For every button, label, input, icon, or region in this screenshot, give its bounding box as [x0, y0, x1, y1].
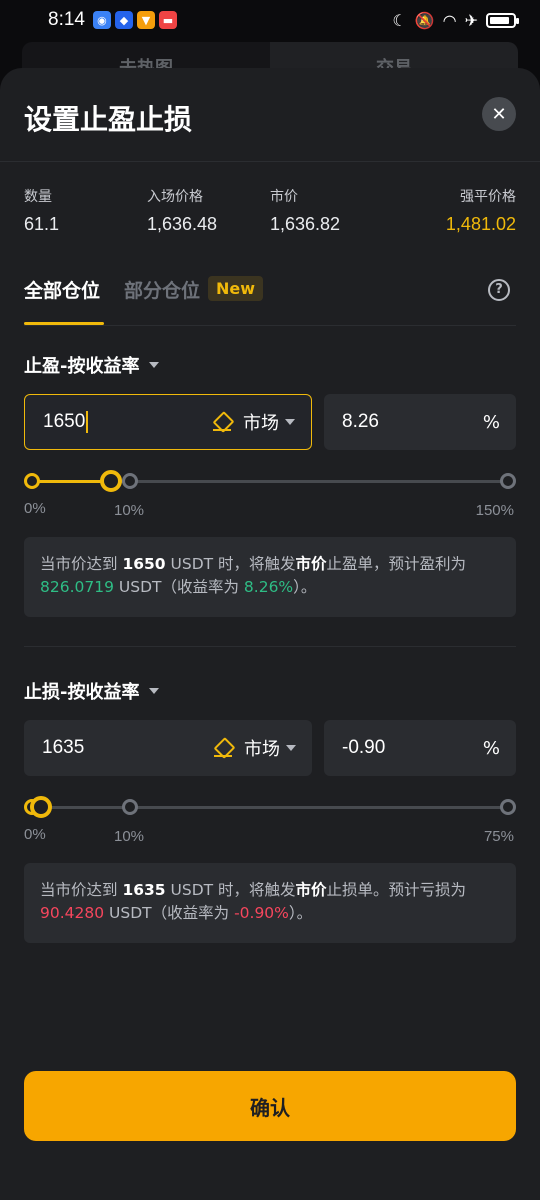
note-text: 止盈单，预计盈利为	[326, 555, 467, 573]
note-text: 止损单。预计亏损为	[326, 881, 467, 899]
note-profit-amount: 826.0719	[40, 578, 114, 596]
note-rate: -0.90%	[234, 904, 289, 922]
stat-label: 市价	[270, 189, 298, 205]
slider-tick-label: 0%	[24, 826, 46, 843]
stat-entry-price: 入场价格 1,636.48	[147, 186, 270, 235]
take-profit-price-input[interactable]: 1650 市场	[24, 394, 312, 450]
take-profit-label: 止盈-按收益率	[24, 356, 140, 377]
status-icons: ☾ 🔕 ◠ ✈	[392, 10, 519, 30]
mute-icon: 🔕	[414, 10, 435, 30]
new-badge: New	[208, 276, 264, 301]
stat-liquidation-price: 强平价格 1,481.02	[393, 186, 516, 235]
close-icon: ✕	[491, 103, 507, 125]
slider-thumb[interactable]	[100, 470, 122, 492]
stat-value: 1,481.02	[445, 214, 516, 234]
app-notification-icon: ◆	[114, 11, 133, 29]
take-profit-note: 当市价达到 1650 USDT 时，将触发市价止盈单，预计盈利为 826.0719…	[24, 537, 516, 617]
stop-loss-price-input[interactable]: 1635 市场	[24, 720, 312, 776]
eraser-icon[interactable]	[213, 413, 231, 431]
help-icon[interactable]: ?	[488, 279, 510, 301]
wifi-icon: ◠	[442, 10, 457, 30]
chevron-down-icon	[286, 745, 296, 751]
note-order-type: 市价	[295, 881, 327, 899]
note-text: 当市价达到	[40, 555, 123, 573]
take-profit-mode-selector[interactable]: 止盈-按收益率	[24, 352, 160, 378]
stop-loss-percent-value: -0.90	[342, 737, 386, 758]
eraser-icon[interactable]	[214, 739, 232, 757]
section-divider	[24, 646, 516, 647]
stat-label: 强平价格	[460, 189, 516, 205]
slider-tick-label: 150%	[475, 502, 514, 519]
airplane-icon: ✈	[464, 10, 478, 30]
slider-tick-label: 10%	[114, 502, 145, 519]
note-text: ）。	[288, 904, 313, 922]
status-bar: 8:14 ◉ ◆ ▼ ▬ ☾ 🔕 ◠ ✈	[0, 0, 540, 40]
note-text: USDT（收益率为	[104, 904, 235, 922]
slider-stop[interactable]	[500, 473, 516, 489]
chevron-down-icon	[149, 688, 160, 694]
note-order-type: 市价	[295, 555, 327, 573]
app-notification-icon: ▬	[158, 11, 177, 29]
text-cursor	[86, 411, 89, 433]
slider-stop[interactable]	[122, 473, 138, 489]
note-text: ）。	[293, 578, 317, 596]
note-text: USDT（收益率为	[113, 578, 244, 596]
slider-tick-label: 75%	[483, 828, 514, 845]
status-time: 8:14	[48, 9, 85, 30]
stop-loss-note: 当市价达到 1635 USDT 时，将触发市价止损单。预计亏损为 90.4280 …	[24, 863, 516, 943]
slider-thumb[interactable]	[30, 796, 52, 818]
stop-loss-label: 止损-按收益率	[24, 682, 140, 703]
close-button[interactable]: ✕	[482, 97, 516, 131]
note-text: USDT 时，将触发	[165, 881, 296, 899]
tabs-divider	[24, 325, 516, 326]
confirm-button[interactable]: 确认	[24, 1071, 516, 1141]
header-divider	[0, 161, 540, 162]
stat-label: 入场价格	[147, 189, 203, 205]
stop-loss-price-value: 1635	[42, 737, 85, 758]
note-text: USDT 时，将触发	[165, 555, 296, 573]
stat-label: 数量	[24, 189, 52, 205]
tab-all-positions[interactable]: 全部仓位	[24, 276, 105, 325]
note-loss-amount: 90.4280	[40, 904, 105, 922]
slider-tick-label: 10%	[114, 828, 145, 845]
stop-loss-mode-selector[interactable]: 止损-按收益率	[24, 678, 160, 704]
stop-loss-percent-input[interactable]: -0.90 %	[324, 720, 516, 776]
stat-quantity: 数量 61.1	[24, 186, 147, 235]
slider-stop[interactable]	[500, 799, 516, 815]
percent-sign: %	[482, 737, 500, 759]
take-profit-slider[interactable]	[24, 469, 516, 493]
slider-tick-label: 0%	[24, 500, 46, 517]
note-price: 1650	[122, 555, 166, 573]
chevron-down-icon	[149, 362, 160, 368]
slider-stop[interactable]	[122, 799, 138, 815]
tab-partial-positions[interactable]: 部分仓位	[124, 276, 200, 317]
slider-stop[interactable]	[24, 473, 40, 489]
stat-value: 61.1	[24, 214, 60, 234]
position-tabs: 全部仓位 部分仓位 New ?	[24, 276, 516, 326]
app-notification-icon: ▼	[136, 11, 155, 29]
take-profit-percent-input[interactable]: 8.26 %	[324, 394, 516, 450]
take-profit-price-value: 1650	[43, 411, 86, 432]
percent-sign: %	[482, 411, 500, 433]
chevron-down-icon	[285, 419, 295, 425]
note-text: 当市价达到	[40, 881, 123, 899]
stat-value: 1,636.82	[270, 214, 341, 234]
sheet-title: 设置止盈止损	[24, 103, 193, 136]
take-profit-percent-value: 8.26	[342, 411, 379, 432]
stop-loss-slider[interactable]	[24, 795, 516, 819]
note-rate: 8.26%	[243, 578, 294, 596]
moon-icon: ☾	[392, 10, 407, 30]
tp-sl-sheet: 设置止盈止损 ✕ 数量 61.1 入场价格 1,636.48 市价 1,636.…	[0, 68, 540, 1200]
slider-track	[32, 806, 508, 809]
position-stats: 数量 61.1 入场价格 1,636.48 市价 1,636.82 强平价格 1…	[24, 186, 516, 235]
order-type-label: 市场	[244, 739, 280, 760]
take-profit-order-type[interactable]: 市场	[243, 409, 295, 435]
order-type-label: 市场	[243, 413, 279, 434]
note-price: 1635	[122, 881, 166, 899]
stat-value: 1,636.48	[147, 214, 218, 234]
battery-icon	[486, 12, 519, 28]
app-notification-icon: ◉	[92, 11, 111, 29]
stop-loss-order-type[interactable]: 市场	[244, 735, 296, 761]
stat-market-price: 市价 1,636.82	[270, 186, 393, 235]
